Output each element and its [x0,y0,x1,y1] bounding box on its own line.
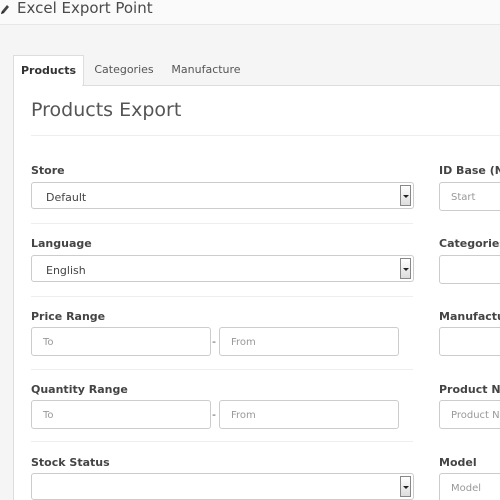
price-to-input[interactable]: To [31,327,211,356]
product-name-label: Product Nam [439,383,500,396]
title-divider [31,135,500,136]
price-range-label: Price Range [31,310,106,323]
id-base-label: ID Base (Note [439,164,500,177]
categories-input[interactable] [439,255,500,284]
model-placeholder: Model [451,483,482,494]
row-divider [31,441,413,442]
product-name-placeholder: Product Na [451,410,500,421]
stock-status-select[interactable] [31,473,414,500]
language-value: English [46,264,86,277]
store-select[interactable]: Default [31,182,414,209]
quantity-from-input[interactable]: From [219,400,399,429]
row-divider [31,223,413,224]
page-header: Excel Export Point [0,0,500,25]
app-title: Excel Export Point [17,0,153,17]
product-name-input[interactable]: Product Na [439,400,500,429]
id-base-placeholder: Start [451,192,476,203]
quantity-range-label: Quantity Range [31,383,128,396]
chevron-down-icon[interactable] [400,185,411,206]
quantity-to-placeholder: To [43,410,54,421]
quantity-from-placeholder: From [231,410,256,421]
quantity-range-separator: - [212,408,216,421]
price-range-separator: - [212,335,216,348]
manufacturer-label: Manufacture [439,310,500,323]
tab-categories[interactable]: Categories [88,55,160,85]
row-divider [31,369,413,370]
pencil-icon [0,1,10,15]
language-label: Language [31,237,92,250]
id-base-input[interactable]: Start [439,182,500,211]
price-to-placeholder: To [43,337,54,348]
quantity-to-input[interactable]: To [31,400,211,429]
categories-label: Categories [439,237,500,250]
manufacturer-input[interactable] [439,327,500,356]
stock-status-label: Stock Status [31,456,110,469]
row-divider [31,296,413,297]
price-from-input[interactable]: From [219,327,399,356]
content-panel [13,86,500,500]
tab-products[interactable]: Products [13,55,84,87]
page-title: Products Export [31,99,182,121]
chevron-down-icon[interactable] [400,476,411,497]
tab-manufacture[interactable]: Manufacture [168,55,244,85]
store-value: Default [46,191,87,204]
model-input[interactable]: Model [439,473,500,500]
model-label: Model [439,456,477,469]
language-select[interactable]: English [31,255,414,282]
chevron-down-icon[interactable] [400,258,411,279]
price-from-placeholder: From [231,337,256,348]
store-label: Store [31,164,65,177]
